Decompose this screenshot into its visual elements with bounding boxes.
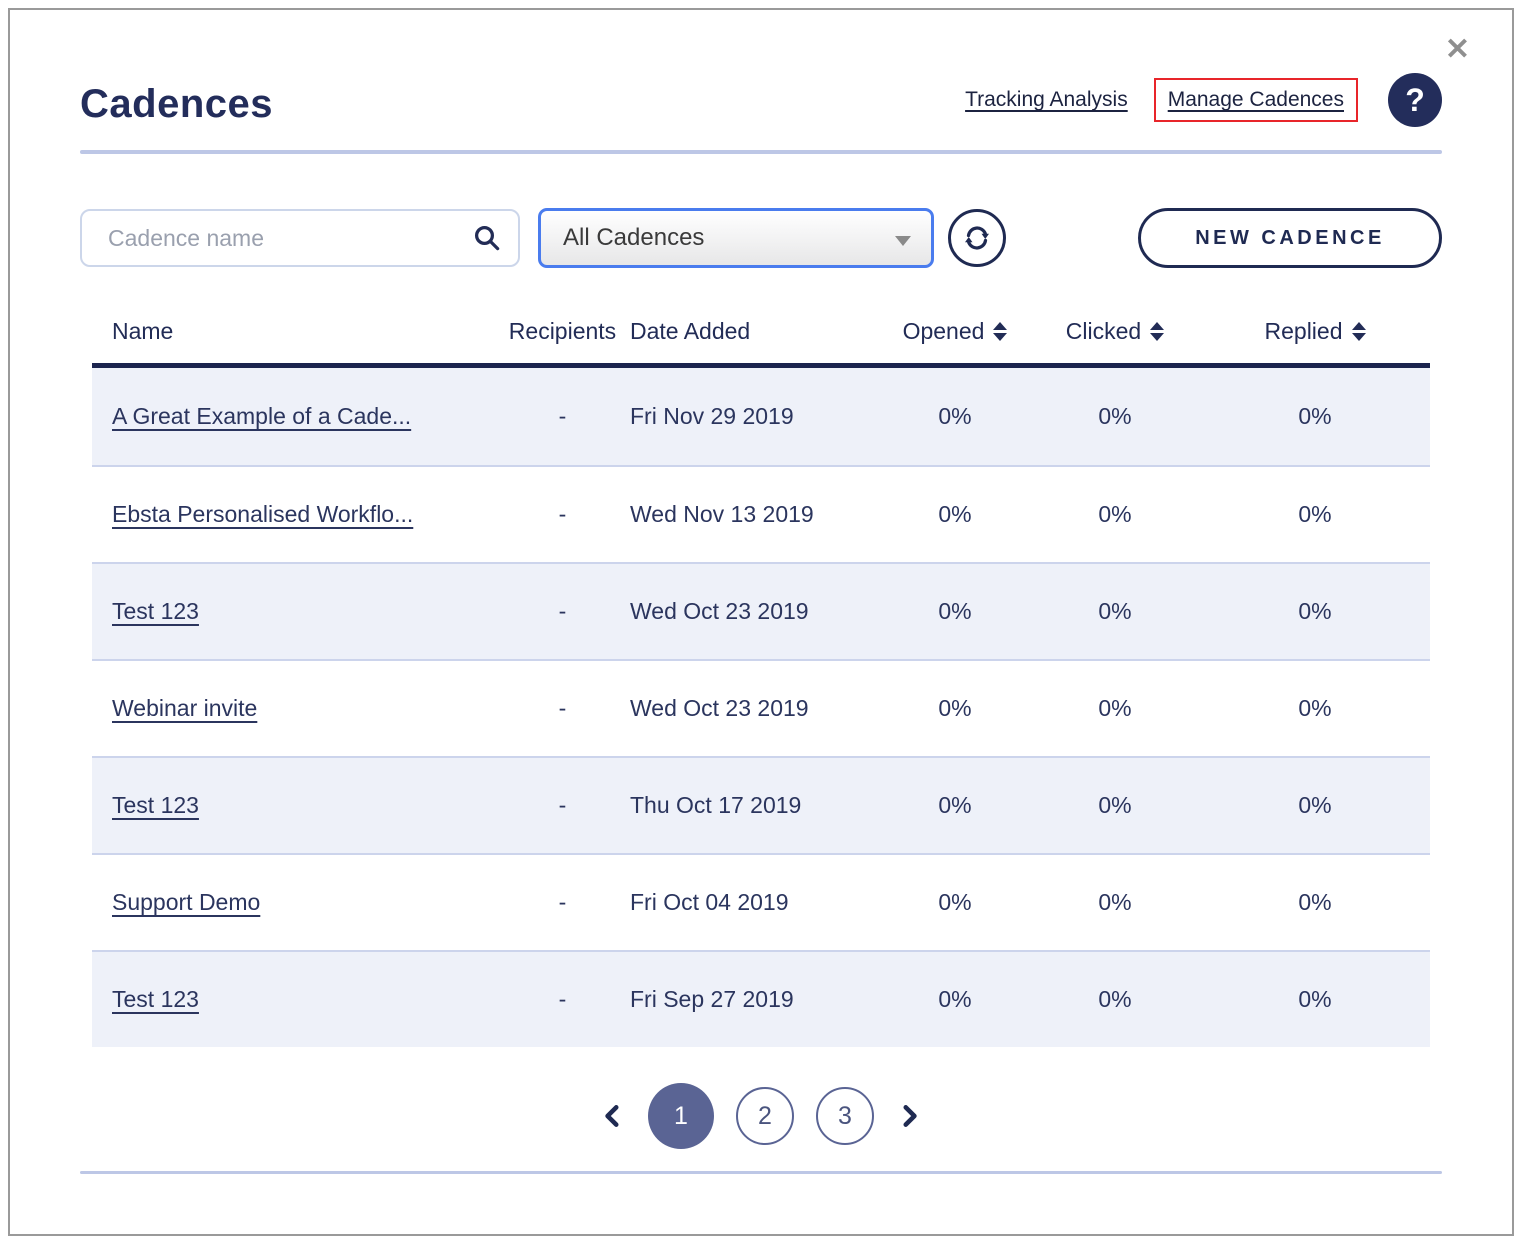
tracking-analysis-link[interactable]: Tracking Analysis [965,88,1128,112]
column-label: Replied [1265,318,1343,345]
cell-opened: 0% [880,889,1030,916]
cell-replied: 0% [1200,792,1430,819]
new-cadence-button[interactable]: NEW CADENCE [1138,208,1442,268]
cell-recipients: - [495,792,630,819]
cell-opened: 0% [880,501,1030,528]
cell-date-added: Wed Nov 13 2019 [630,501,880,528]
cell-recipients: - [495,598,630,625]
cell-replied: 0% [1200,598,1430,625]
column-header-clicked[interactable]: Clicked [1030,318,1200,345]
chevron-left-icon[interactable] [600,1101,626,1131]
cell-date-added: Fri Nov 29 2019 [630,403,880,430]
page-title: Cadences [80,82,273,127]
column-label: Date Added [630,318,750,345]
cell-opened: 0% [880,986,1030,1013]
table-row: Support Demo-Fri Oct 04 20190%0%0% [92,853,1430,950]
table-body: A Great Example of a Cade...-Fri Nov 29 … [92,368,1430,1047]
table-row: Test 123-Wed Oct 23 20190%0%0% [92,562,1430,659]
cell-clicked: 0% [1030,403,1200,430]
search-icon [472,223,502,253]
chevron-right-icon[interactable] [896,1101,922,1131]
cadence-name-link[interactable]: Test 123 [112,986,199,1012]
column-header-replied[interactable]: Replied [1200,318,1430,345]
page-button-2[interactable]: 2 [736,1087,794,1145]
cadence-name-link[interactable]: Test 123 [112,792,199,818]
refresh-button[interactable] [948,209,1006,267]
table-row: Test 123-Fri Sep 27 20190%0%0% [92,950,1430,1047]
cell-recipients: - [495,695,630,722]
cell-recipients: - [495,889,630,916]
cell-clicked: 0% [1030,792,1200,819]
manage-cadences-highlight-box: Manage Cadences [1154,78,1358,122]
page-button-1[interactable]: 1 [648,1083,714,1149]
cadences-table: Name Recipients Date Added Opened Clicked Rep… [92,318,1430,1047]
column-header-name: Name [92,318,495,345]
cell-clicked: 0% [1030,501,1200,528]
cadence-name-link[interactable]: Webinar invite [112,695,257,721]
column-label: Recipients [509,318,616,345]
cell-opened: 0% [880,695,1030,722]
sort-icon[interactable] [1352,322,1366,341]
cell-replied: 0% [1200,986,1430,1013]
table-header-row: Name Recipients Date Added Opened Clicked Rep… [92,318,1430,368]
cell-replied: 0% [1200,695,1430,722]
column-header-opened[interactable]: Opened [880,318,1030,345]
footer-divider [80,1171,1442,1174]
header-divider [80,150,1442,154]
cell-date-added: Wed Oct 23 2019 [630,695,880,722]
table-row: Ebsta Personalised Workflo... -Wed Nov 13… [92,465,1430,562]
cadence-name-link[interactable]: Test 123 [112,598,199,624]
manage-cadences-link[interactable]: Manage Cadences [1168,88,1344,112]
cell-replied: 0% [1200,403,1430,430]
cell-clicked: 0% [1030,889,1200,916]
cell-opened: 0% [880,598,1030,625]
column-header-date-added: Date Added [630,318,880,345]
page-button-3[interactable]: 3 [816,1087,874,1145]
cell-opened: 0% [880,792,1030,819]
column-label: Name [112,318,173,345]
cell-clicked: 0% [1030,695,1200,722]
column-label: Clicked [1066,318,1141,345]
cadences-modal: Cadences Tracking Analysis Manage Cadenc… [8,8,1514,1236]
cadence-name-link[interactable]: Support Demo [112,889,260,915]
sort-icon[interactable] [993,322,1007,341]
cell-date-added: Fri Oct 04 2019 [630,889,880,916]
cadence-name-link[interactable]: Ebsta Personalised Workflo... [112,501,413,527]
cell-clicked: 0% [1030,986,1200,1013]
refresh-icon [962,223,992,253]
cadence-name-link[interactable]: A Great Example of a Cade... [112,403,411,429]
close-icon[interactable]: ✕ [1445,35,1470,65]
header-actions: Tracking Analysis Manage Cadences ? ✕ [965,73,1442,127]
cadence-filter-select[interactable]: All Cadences [538,208,934,268]
cadence-filter-value: All Cadences [563,224,704,252]
cell-date-added: Fri Sep 27 2019 [630,986,880,1013]
search-input[interactable] [80,209,520,267]
cell-replied: 0% [1200,889,1430,916]
cell-date-added: Wed Oct 23 2019 [630,598,880,625]
cell-recipients: - [495,986,630,1013]
cell-recipients: - [495,403,630,430]
table-row: A Great Example of a Cade... -Fri Nov 29 … [92,368,1430,465]
cell-date-added: Thu Oct 17 2019 [630,792,880,819]
chevron-down-icon [895,236,911,246]
sort-icon[interactable] [1150,322,1164,341]
help-icon[interactable]: ? [1388,73,1442,127]
table-row: Test 123-Thu Oct 17 20190%0%0% [92,756,1430,853]
table-row: Webinar invite-Wed Oct 23 20190%0%0% [92,659,1430,756]
cell-clicked: 0% [1030,598,1200,625]
cell-recipients: - [495,501,630,528]
column-label: Opened [903,318,985,345]
cell-replied: 0% [1200,501,1430,528]
pagination: 123 [80,1083,1442,1149]
toolbar: All Cadences NEW CADENCE [80,208,1442,268]
search-field-wrap [80,209,520,267]
cell-opened: 0% [880,403,1030,430]
column-header-recipients: Recipients [495,318,630,345]
modal-header: Cadences Tracking Analysis Manage Cadenc… [80,10,1442,150]
